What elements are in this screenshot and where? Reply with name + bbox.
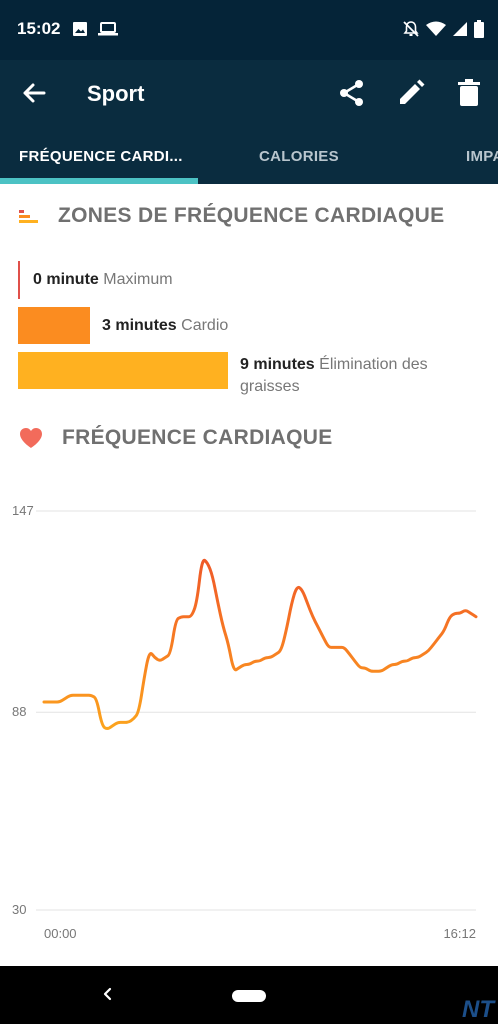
nav-back-icon[interactable]	[98, 984, 118, 1004]
y-tick-label: 147	[12, 503, 34, 518]
system-status-icons	[402, 20, 484, 38]
notifications-off-icon	[403, 21, 419, 37]
tab-impact[interactable]: IMPA	[466, 148, 498, 165]
y-tick-label: 30	[12, 902, 26, 917]
share-icon[interactable]	[336, 77, 368, 109]
heart-rate-section-header: FRÉQUENCE CARDIAQUE	[18, 426, 333, 450]
zone-name: Maximum	[103, 271, 173, 288]
zone-label-fat-burn: 9 minutes Élimination des graisses	[240, 354, 428, 398]
tab-heart-rate[interactable]: FRÉQUENCE CARDI...	[19, 148, 183, 165]
zone-label-maximum: 0 minute Maximum	[33, 271, 173, 289]
heart-rate-section-title: FRÉQUENCE CARDIAQUE	[62, 426, 333, 449]
zone-value: 9 minutes	[240, 356, 315, 373]
back-arrow-icon[interactable]	[18, 77, 50, 109]
zone-bar-maximum	[18, 261, 20, 299]
zones-bars-icon	[19, 210, 38, 223]
tab-bar: FRÉQUENCE CARDI... CALORIES IMPA	[0, 126, 498, 184]
zone-name: Élimination des	[319, 356, 428, 373]
system-navigation-bar: NT	[0, 966, 498, 1024]
page-title: Sport	[87, 81, 145, 106]
active-tab-indicator	[0, 178, 198, 184]
wifi-icon	[426, 21, 446, 36]
status-time: 15:02	[17, 19, 61, 38]
edit-pencil-icon[interactable]	[395, 77, 427, 109]
x-tick-label: 00:00	[44, 926, 77, 941]
heart-rate-chart-svg: 147 88 30 00:00 16:12	[12, 503, 478, 941]
heart-rate-chart: 147 88 30 00:00 16:12	[0, 490, 498, 950]
zone-value: 0 minute	[33, 271, 99, 288]
image-notification-icon	[73, 22, 87, 36]
delete-trash-icon[interactable]	[453, 77, 485, 109]
tab-calories[interactable]: CALORIES	[259, 148, 339, 165]
laptop-notification-icon	[98, 22, 118, 36]
zone-bar-cardio	[18, 307, 90, 344]
nav-home-pill[interactable]	[232, 990, 266, 1002]
zone-bar-fat-burn	[18, 352, 228, 389]
cellular-signal-icon	[453, 22, 467, 36]
zone-name-continued: graisses	[240, 378, 300, 395]
zones-section-title: ZONES DE FRÉQUENCE CARDIAQUE	[58, 204, 445, 227]
heart-icon	[20, 428, 42, 448]
y-tick-label: 88	[12, 704, 26, 719]
notification-icons	[72, 21, 118, 37]
zones-section-header: ZONES DE FRÉQUENCE CARDIAQUE	[18, 204, 444, 228]
app-bar: Sport	[0, 60, 498, 126]
zone-label-cardio: 3 minutes Cardio	[102, 317, 228, 335]
status-bar: 15:02	[0, 0, 498, 60]
heart-rate-line	[42, 558, 478, 730]
zone-name: Cardio	[181, 317, 229, 334]
x-tick-label: 16:12	[443, 926, 476, 941]
battery-icon	[474, 20, 484, 38]
zone-value: 3 minutes	[102, 317, 177, 334]
watermark-logo: NT	[462, 996, 494, 1023]
